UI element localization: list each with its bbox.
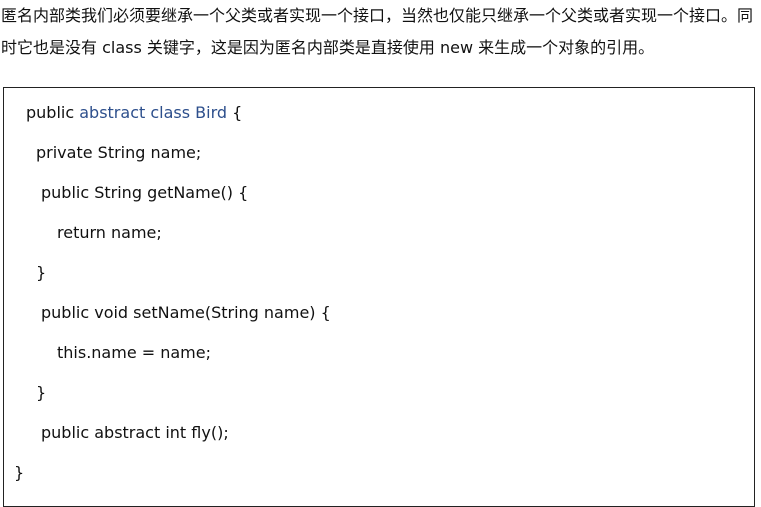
code-block: public abstract class Bird { private Str…: [3, 87, 755, 507]
intro-paragraph: 匿名内部类我们必须要继承一个父类或者实现一个接口，当然也仅能只继承一个父类或者实…: [1, 6, 754, 57]
code-line-getter-close: }: [36, 263, 47, 282]
code-line-assignment: this.name = name;: [57, 343, 211, 362]
code-highlight-abstract-class: abstract class Bird: [79, 103, 228, 122]
code-line-field: private String name;: [36, 143, 202, 162]
code-keyword-public: public: [26, 103, 80, 122]
code-line-setter-close: }: [36, 383, 47, 402]
code-line-return: return name;: [57, 223, 162, 242]
code-open-brace: {: [227, 103, 243, 122]
code-line-class-declaration: public abstract class Bird {: [26, 101, 242, 125]
code-line-getter-signature: public String getName() {: [41, 183, 249, 202]
code-line-setter-signature: public void setName(String name) {: [41, 303, 331, 322]
code-line-class-close: }: [14, 463, 25, 482]
code-line-abstract-method: public abstract int fly();: [41, 423, 229, 442]
